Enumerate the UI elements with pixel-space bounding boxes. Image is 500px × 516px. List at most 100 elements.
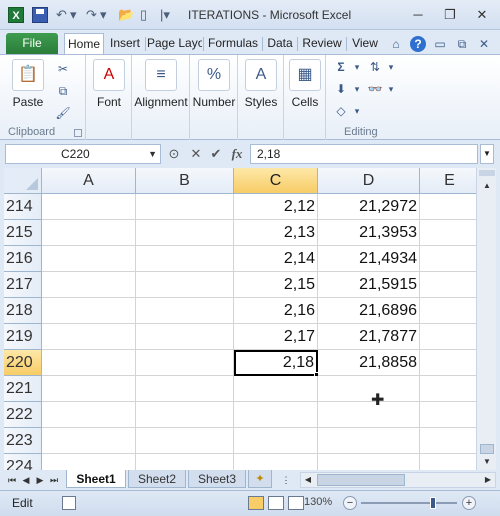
- paste-button[interactable]: 📋 Paste: [10, 59, 46, 109]
- cell-d[interactable]: 21,7877: [318, 324, 420, 350]
- close-icon[interactable]: ✕: [472, 6, 492, 24]
- cell-c[interactable]: [234, 376, 318, 402]
- cell-d[interactable]: 21,6896: [318, 298, 420, 324]
- vertical-scrollbar[interactable]: ▲ ▼: [476, 168, 496, 470]
- cell-e[interactable]: [420, 324, 476, 350]
- formula-options-icon[interactable]: ⊙: [166, 146, 182, 162]
- cell-d[interactable]: 21,5915: [318, 272, 420, 298]
- cell-a[interactable]: [42, 194, 136, 220]
- cell-d[interactable]: 21,4934: [318, 246, 420, 272]
- cell-b[interactable]: [136, 428, 234, 454]
- cell-b[interactable]: [136, 272, 234, 298]
- row-header[interactable]: 216: [4, 246, 42, 272]
- page-break-view-icon[interactable]: [288, 496, 304, 510]
- expand-formula-bar-icon[interactable]: ▼: [480, 144, 494, 164]
- tab-home[interactable]: Home: [64, 33, 104, 54]
- cell-d[interactable]: [318, 454, 420, 470]
- insert-sheet-icon[interactable]: ✦: [248, 470, 272, 488]
- row-header[interactable]: 223: [4, 428, 42, 454]
- zoom-slider-thumb[interactable]: [430, 497, 436, 509]
- row-header[interactable]: 215: [4, 220, 42, 246]
- cell-c[interactable]: 2,17: [234, 324, 318, 350]
- cell-b[interactable]: [136, 350, 234, 376]
- new-document-icon[interactable]: ▯: [140, 6, 147, 24]
- cut-icon[interactable]: ✂: [54, 61, 72, 77]
- cell-b[interactable]: [136, 246, 234, 272]
- column-header-e[interactable]: E: [420, 168, 476, 194]
- cell-e[interactable]: [420, 350, 476, 376]
- horizontal-scrollbar[interactable]: ◀ ▶: [300, 472, 496, 488]
- split-box[interactable]: [479, 170, 495, 176]
- name-box[interactable]: C220 ▼: [5, 144, 161, 164]
- minimize-icon[interactable]: ─: [408, 6, 428, 24]
- cell-a[interactable]: [42, 220, 136, 246]
- cell-a[interactable]: [42, 350, 136, 376]
- select-all-button[interactable]: [4, 168, 42, 194]
- cell-b[interactable]: [136, 402, 234, 428]
- cell-c[interactable]: [234, 454, 318, 470]
- first-sheet-icon[interactable]: ⏮: [6, 473, 18, 487]
- styles-button[interactable]: A Styles: [243, 59, 279, 109]
- cell-d[interactable]: 21,3953: [318, 220, 420, 246]
- cell-a[interactable]: [42, 272, 136, 298]
- cell-e[interactable]: [420, 272, 476, 298]
- cell-c[interactable]: 2,13: [234, 220, 318, 246]
- cell-b[interactable]: [136, 194, 234, 220]
- cell-c[interactable]: 2,15: [234, 272, 318, 298]
- cell-c[interactable]: [234, 428, 318, 454]
- cell-a[interactable]: [42, 298, 136, 324]
- horizontal-scroll-thumb[interactable]: [317, 474, 405, 486]
- cell-b[interactable]: [136, 454, 234, 470]
- cell-d[interactable]: [318, 428, 420, 454]
- row-header[interactable]: 214: [4, 194, 42, 220]
- cell-a[interactable]: [42, 324, 136, 350]
- prev-sheet-icon[interactable]: ◀: [20, 473, 32, 487]
- tab-formulas[interactable]: Formulas: [205, 33, 261, 54]
- confirm-entry-icon[interactable]: ✔: [208, 146, 224, 162]
- save-icon[interactable]: [32, 7, 48, 23]
- cancel-entry-icon[interactable]: ✕: [188, 146, 204, 162]
- column-header-a[interactable]: A: [42, 168, 136, 194]
- active-cell[interactable]: 2,18: [234, 350, 318, 376]
- undo-icon[interactable]: ↶: [56, 6, 67, 24]
- cell-e[interactable]: [420, 220, 476, 246]
- column-header-d[interactable]: D: [318, 168, 420, 194]
- cell-e[interactable]: [420, 194, 476, 220]
- cell-c[interactable]: 2,16: [234, 298, 318, 324]
- vertical-scroll-thumb[interactable]: [480, 444, 494, 454]
- zoom-in-icon[interactable]: +: [462, 496, 476, 510]
- workbook-close-icon[interactable]: ✕: [476, 36, 492, 52]
- cell-d[interactable]: 21,2972: [318, 194, 420, 220]
- normal-view-icon[interactable]: [248, 496, 264, 510]
- cell-a[interactable]: [42, 428, 136, 454]
- row-header[interactable]: 221: [4, 376, 42, 402]
- scroll-right-icon[interactable]: ▶: [482, 473, 494, 487]
- sort-dropdown-icon[interactable]: ▾: [382, 59, 400, 75]
- clipboard-launcher-icon[interactable]: [74, 129, 82, 137]
- formula-input[interactable]: 2,18: [250, 144, 478, 164]
- row-header[interactable]: 222: [4, 402, 42, 428]
- zoom-level[interactable]: 130%: [304, 496, 332, 508]
- tab-page-layout[interactable]: Page Layo: [147, 33, 202, 54]
- zoom-out-icon[interactable]: −: [343, 496, 357, 510]
- cell-c[interactable]: [234, 402, 318, 428]
- insert-function-icon[interactable]: fx: [229, 146, 245, 162]
- cell-d[interactable]: [318, 402, 420, 428]
- font-button[interactable]: A Font: [91, 59, 127, 109]
- fill-dropdown-icon[interactable]: ▾: [348, 81, 366, 97]
- next-sheet-icon[interactable]: ▶: [34, 473, 46, 487]
- row-header[interactable]: 218: [4, 298, 42, 324]
- worksheet-grid[interactable]: A B C D E 214 2,12 21,2972 215 2,13 21,3953 21…: [4, 168, 476, 470]
- row-header[interactable]: 224: [4, 454, 42, 470]
- page-layout-view-icon[interactable]: [268, 496, 284, 510]
- cell-b[interactable]: [136, 220, 234, 246]
- cell-a[interactable]: [42, 402, 136, 428]
- scroll-up-icon[interactable]: ▲: [479, 178, 495, 194]
- cells-button[interactable]: ▦ Cells: [287, 59, 323, 109]
- tab-data[interactable]: Data: [264, 33, 296, 54]
- macro-record-icon[interactable]: [62, 496, 76, 510]
- tab-split-icon[interactable]: ⋮: [280, 473, 292, 487]
- cell-d[interactable]: 21,8858: [318, 350, 420, 376]
- scroll-left-icon[interactable]: ◀: [302, 473, 314, 487]
- workbook-minimize-icon[interactable]: ▭: [432, 36, 448, 52]
